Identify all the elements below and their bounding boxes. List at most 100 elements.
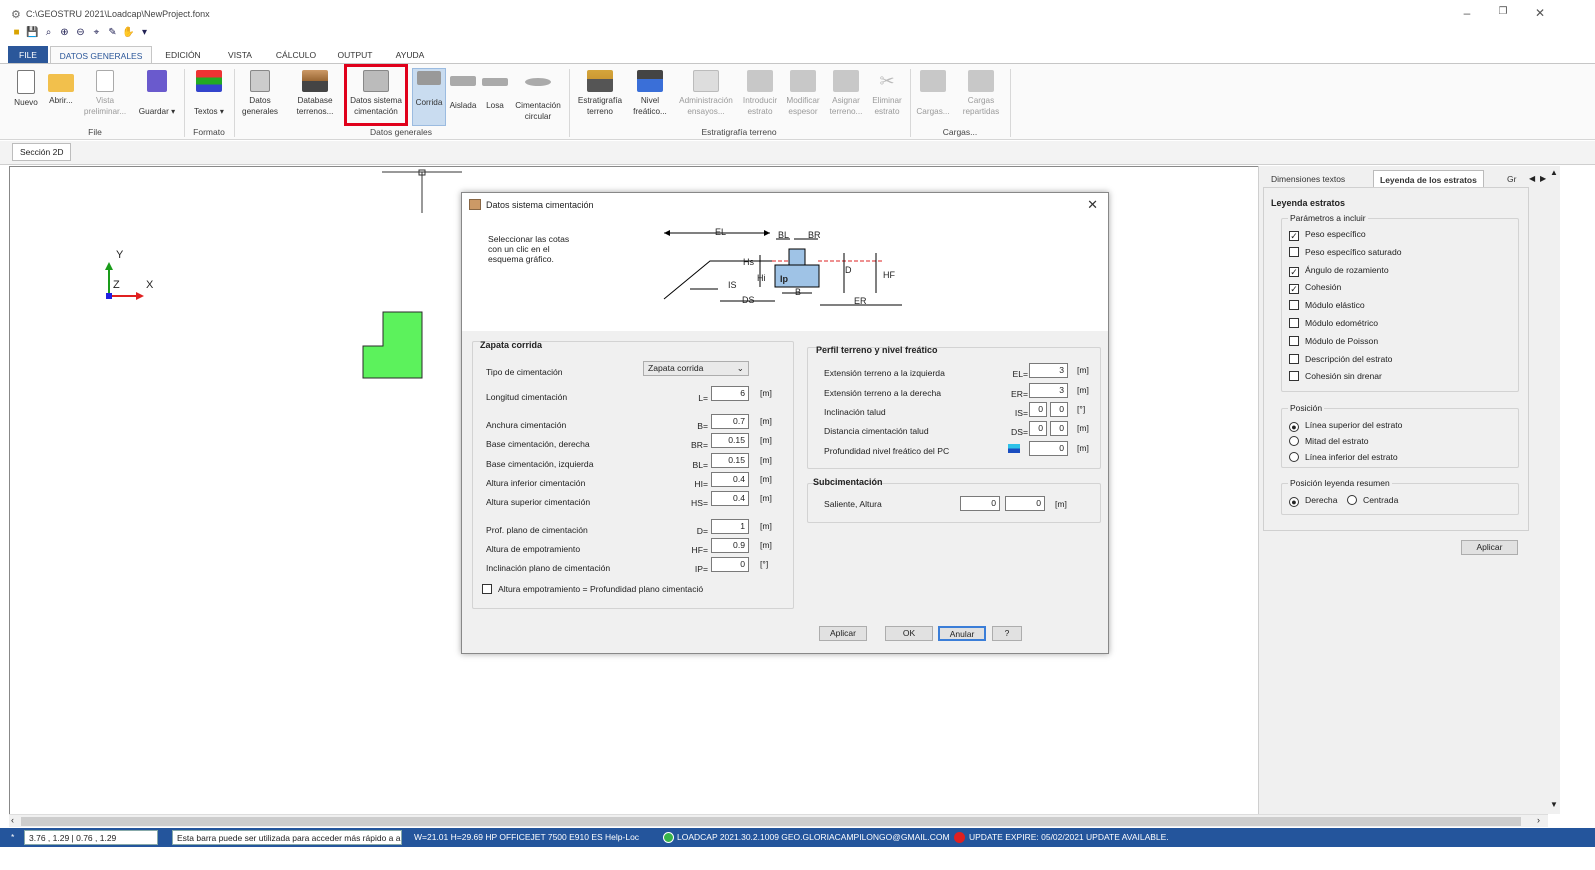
tab-file[interactable]: FILE: [8, 46, 48, 64]
row-input[interactable]: 0.4: [711, 472, 749, 487]
tab-edicion[interactable]: EDICIÓN: [158, 46, 208, 64]
rrow-input[interactable]: 3: [1029, 363, 1068, 378]
rrow-input-b[interactable]: 0: [1050, 421, 1068, 436]
modificar-espesor-button[interactable]: Modificar espesor: [782, 70, 824, 117]
eliminar-estrato-button[interactable]: ✂ Eliminar estrato: [868, 70, 906, 117]
zoom-window-icon[interactable]: ⌕: [42, 27, 55, 39]
radio-linea-inferior[interactable]: Línea inferior del estrato: [1289, 451, 1398, 465]
row-input[interactable]: 1: [711, 519, 749, 534]
menu-tabs: FILE DATOS GENERALES EDICIÓN VISTA CÁLCU…: [0, 46, 1595, 64]
cimentacion-circular-button[interactable]: Cimentación circular: [512, 70, 564, 122]
save-icon[interactable]: 💾: [26, 27, 39, 39]
empotramiento-checkbox[interactable]: Altura empotramiento = Profundidad plano…: [482, 583, 703, 597]
tab-calculo[interactable]: CÁLCULO: [270, 46, 322, 64]
aislada-button[interactable]: Aislada: [448, 70, 478, 111]
saliente-input[interactable]: 0: [960, 496, 1000, 511]
radio-derecha[interactable]: ● Derecha: [1289, 494, 1337, 508]
param-checkbox[interactable]: ✓ Ángulo de rozamiento: [1289, 264, 1389, 278]
help-button[interactable]: ?: [992, 626, 1022, 641]
tab-leyenda-estratos[interactable]: Leyenda de los estratos: [1373, 170, 1484, 188]
tab-vista[interactable]: VISTA: [218, 46, 262, 64]
restore-icon[interactable]: ❐: [1488, 6, 1518, 22]
rrow-input-b[interactable]: 0: [1050, 402, 1068, 417]
update-info[interactable]: UPDATE EXPIRE: 05/02/2021 UPDATE AVAILAB…: [969, 828, 1169, 847]
losa-button[interactable]: Losa: [480, 70, 510, 111]
textos-button[interactable]: Textos ▾: [188, 70, 230, 116]
horizontal-scrollbar[interactable]: ‹ ›: [9, 814, 1548, 827]
ad-label-2: ensayos...: [687, 107, 725, 116]
estratigrafia-terreno-button[interactable]: Estratigrafía terreno: [573, 70, 627, 117]
param-checkbox[interactable]: Descripción del estrato: [1289, 353, 1392, 367]
rrow-input[interactable]: 3: [1029, 383, 1068, 398]
tab-dimensiones-textos[interactable]: Dimensiones textos: [1265, 170, 1351, 188]
administracion-ensayos-button[interactable]: Administración ensayos...: [675, 70, 737, 117]
scroll-down-icon[interactable]: ▼: [1550, 800, 1558, 809]
tab-scroll-left-icon[interactable]: ◀: [1529, 174, 1535, 183]
tab-datos-generales[interactable]: DATOS GENERALES: [50, 46, 152, 64]
vertical-scrollbar[interactable]: ▲ ▼: [1548, 166, 1560, 814]
radio-centrada[interactable]: Centrada: [1347, 494, 1398, 508]
left-group-title: Zapata corrida: [480, 340, 543, 350]
command-hint[interactable]: Esta barra puede ser utilizada para acce…: [172, 830, 402, 845]
param-checkbox[interactable]: Módulo elástico: [1289, 299, 1365, 313]
zoom-fit-icon[interactable]: ⌖: [90, 27, 103, 39]
row-input[interactable]: 0.7: [711, 414, 749, 429]
tab-gr[interactable]: Gr: [1501, 170, 1522, 188]
row-input[interactable]: 0.15: [711, 453, 749, 468]
close-icon[interactable]: ✕: [1525, 6, 1555, 22]
row-input[interactable]: 0.15: [711, 433, 749, 448]
close-icon[interactable]: ✕: [1087, 197, 1098, 213]
param-checkbox[interactable]: Cohesión sin drenar: [1289, 370, 1382, 384]
abrir-button[interactable]: Abrir...: [44, 70, 78, 106]
radio-mitad[interactable]: Mitad del estrato: [1289, 435, 1369, 449]
version-info: LOADCAP 2021.30.2.1009 GEO.GLORIACAMPILO…: [677, 832, 950, 842]
zoom-out-icon[interactable]: ⊖: [74, 27, 87, 39]
anular-button[interactable]: Anular: [938, 626, 986, 641]
tab-ayuda[interactable]: AYUDA: [388, 46, 432, 64]
zoom-in-icon[interactable]: ⊕: [58, 27, 71, 39]
asignar-terreno-button[interactable]: Asignar terreno...: [824, 70, 868, 117]
tab-seccion-2d[interactable]: Sección 2D: [12, 143, 72, 161]
cargas-repartidas-button[interactable]: Cargas repartidas: [956, 70, 1006, 117]
pick-icon[interactable]: ✎: [106, 27, 119, 39]
row-input[interactable]: 0.4: [711, 491, 749, 506]
y-arrowhead: [105, 262, 113, 270]
param-checkbox[interactable]: Módulo edométrico: [1289, 317, 1378, 331]
datos-generales-button[interactable]: Datos generales: [238, 70, 282, 117]
altura-input[interactable]: 0: [1005, 496, 1045, 511]
introducir-estrato-button[interactable]: Introducir estrato: [738, 70, 782, 117]
aplicar-button[interactable]: Aplicar: [819, 626, 867, 641]
param-checkbox[interactable]: Módulo de Poisson: [1289, 335, 1378, 349]
database-terrenos-button[interactable]: Database terrenos...: [288, 70, 342, 117]
nuevo-button[interactable]: Nuevo: [10, 70, 42, 108]
rrow-input-a[interactable]: 0: [1029, 421, 1047, 436]
rrow-input-a[interactable]: 0: [1029, 402, 1047, 417]
param-checkbox[interactable]: Peso específico saturado: [1289, 246, 1402, 260]
tipo-cimentacion-select[interactable]: Zapata corrida ⌄: [643, 361, 749, 376]
tab-output[interactable]: OUTPUT: [330, 46, 380, 64]
scroll-right-icon[interactable]: ›: [1537, 815, 1540, 825]
cargas-button[interactable]: Cargas...: [912, 70, 954, 116]
corrida-button[interactable]: Corrida: [412, 68, 446, 126]
ok-button[interactable]: OK: [885, 626, 933, 641]
row-input[interactable]: 6: [711, 386, 749, 401]
minimize-icon[interactable]: –: [1452, 6, 1482, 22]
scroll-thumb[interactable]: [21, 817, 1521, 826]
row-input[interactable]: 0: [711, 557, 749, 572]
row-input[interactable]: 0.9: [711, 538, 749, 553]
scroll-left-icon[interactable]: ‹: [11, 815, 14, 825]
customize-qat-icon[interactable]: ▾: [138, 27, 151, 39]
tab-scroll-right-icon[interactable]: ▶: [1540, 174, 1546, 183]
right-panel-apply-button[interactable]: Aplicar: [1461, 540, 1518, 555]
rrow-input[interactable]: 0: [1029, 441, 1068, 456]
param-checkbox[interactable]: ✓ Cohesión: [1289, 281, 1341, 295]
radio-linea-superior[interactable]: ● Línea superior del estrato: [1289, 419, 1402, 433]
param-checkbox[interactable]: ✓ Peso específico: [1289, 228, 1366, 242]
open-folder-icon[interactable]: ■: [10, 27, 23, 39]
row-symbol: HS=: [691, 498, 708, 508]
scroll-up-icon[interactable]: ▲: [1550, 168, 1558, 177]
nivel-freatico-button[interactable]: Nivel freático...: [627, 70, 673, 117]
pan-icon[interactable]: ✋: [122, 27, 135, 39]
guardar-button[interactable]: Guardar ▾: [132, 70, 182, 116]
vista-preliminar-button[interactable]: Vista preliminar...: [80, 70, 130, 117]
